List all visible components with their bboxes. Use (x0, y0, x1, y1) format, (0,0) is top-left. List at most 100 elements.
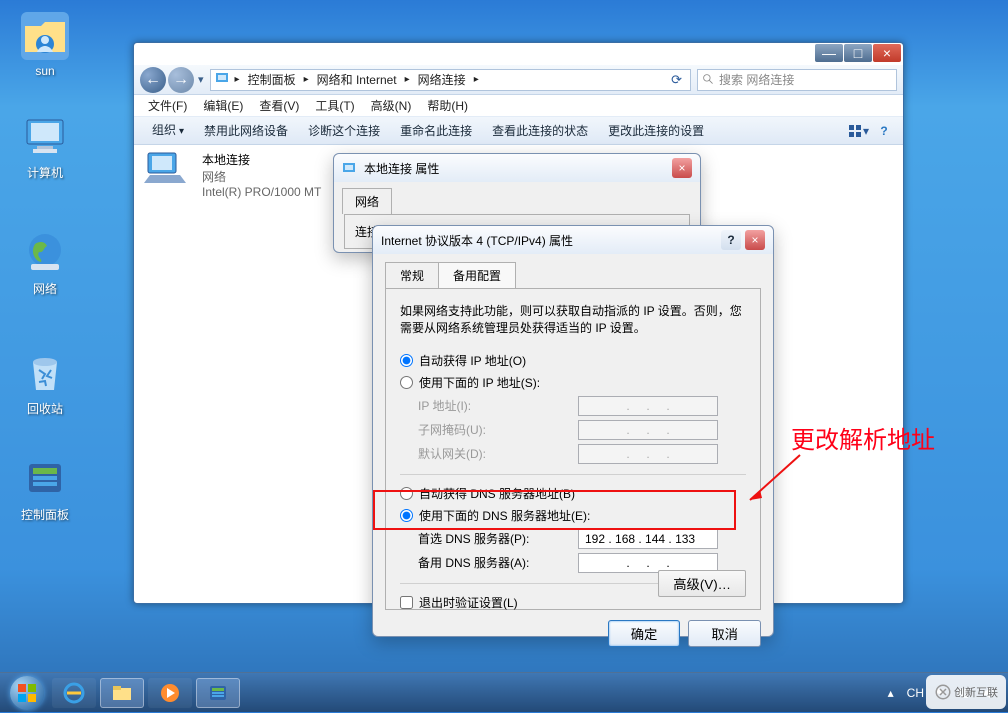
cancel-button[interactable]: 取消 (688, 620, 761, 647)
checkbox-input[interactable] (400, 596, 413, 609)
taskbar-app-media[interactable] (148, 678, 192, 708)
menu-file[interactable]: 文件(F) (140, 96, 195, 116)
desktop-icon-label: 网络 (10, 280, 80, 297)
minimize-button[interactable]: — (815, 44, 843, 62)
taskbar-app-explorer[interactable] (100, 678, 144, 708)
menu-tools[interactable]: 工具(T) (307, 96, 362, 116)
field-default-gateway: 默认网关(D): . . . (400, 444, 746, 464)
search-placeholder: 搜索 网络连接 (719, 71, 794, 88)
watermark-text: 创新互联 (954, 684, 998, 700)
description-text: 如果网络支持此功能，则可以获取自动指派的 IP 设置。否则，您需要从网络系统管理… (400, 303, 746, 338)
dialog-buttons: 确定 取消 (385, 620, 761, 647)
field-ip-address: IP 地址(I): . . . (400, 396, 746, 416)
connection-status: 网络 (202, 168, 321, 185)
watermark: 创新互联 (926, 675, 1006, 709)
language-indicator[interactable]: CH (907, 686, 924, 700)
location-icon (215, 70, 231, 89)
advanced-button[interactable]: 高级(V)… (658, 570, 746, 597)
desktop-icon-control-panel[interactable]: 控制面板 (10, 454, 80, 523)
tool-rename[interactable]: 重命名此连接 (390, 118, 482, 144)
menu-view[interactable]: 查看(V) (251, 96, 307, 116)
crumb-sep-icon: ▸ (401, 70, 414, 90)
back-button[interactable]: ← (140, 67, 166, 93)
maximize-button[interactable]: □ (844, 44, 872, 62)
preferred-dns-input[interactable]: 192 . 168 . 144 . 133 (578, 529, 718, 549)
forward-button[interactable]: → (168, 67, 194, 93)
ethernet-icon (144, 151, 192, 187)
start-button[interactable] (6, 673, 48, 713)
tcpip-properties-dialog: Internet 协议版本 4 (TCP/IPv4) 属性 ? × 常规 备用配… (372, 225, 774, 637)
connection-name: 本地连接 (202, 151, 321, 168)
field-label: 首选 DNS 服务器(P): (418, 530, 578, 547)
annotation-box (373, 490, 736, 530)
tool-disable[interactable]: 禁用此网络设备 (194, 118, 298, 144)
crumb-sep-icon: ▸ (300, 70, 313, 90)
tool-diagnose[interactable]: 诊断这个连接 (298, 118, 390, 144)
field-preferred-dns: 首选 DNS 服务器(P): 192 . 168 . 144 . 133 (400, 529, 746, 549)
desktop-icon-recycle-bin[interactable]: 回收站 (10, 348, 80, 417)
windows-logo-icon (10, 676, 44, 710)
crumb-sep-icon: ▸ (470, 70, 483, 90)
tool-status[interactable]: 查看此连接的状态 (482, 118, 598, 144)
view-dropdown-icon[interactable]: ▾ (847, 120, 869, 142)
tool-organize[interactable]: 组织 (142, 117, 194, 145)
gateway-input: . . . (578, 444, 718, 464)
field-label: IP 地址(I): (418, 397, 578, 414)
recycle-bin-icon (21, 348, 69, 396)
breadcrumb[interactable]: 网络和 Internet (313, 70, 401, 90)
crumb-sep-icon: ▸ (231, 70, 244, 90)
computer-icon (21, 112, 69, 160)
help-button[interactable]: ? (721, 230, 741, 250)
ethernet-icon (342, 160, 358, 176)
field-label: 备用 DNS 服务器(A): (418, 554, 578, 571)
menu-advanced[interactable]: 高级(N) (363, 96, 420, 116)
radio-ip-manual[interactable]: 使用下面的 IP 地址(S): (400, 374, 746, 391)
desktop-icon-computer[interactable]: 计算机 (10, 112, 80, 181)
tool-settings[interactable]: 更改此连接的设置 (598, 118, 714, 144)
breadcrumb[interactable]: 控制面板 (244, 70, 300, 90)
taskbar-app-ie[interactable] (52, 678, 96, 708)
menu-help[interactable]: 帮助(H) (419, 96, 476, 116)
menu-edit[interactable]: 编辑(E) (195, 96, 251, 116)
window-controls: — □ × (814, 44, 901, 62)
refresh-icon[interactable]: ⟳ (667, 72, 686, 88)
tabs: 常规 备用配置 (385, 262, 761, 288)
radio-ip-auto[interactable]: 自动获得 IP 地址(O) (400, 352, 746, 369)
tab-network[interactable]: 网络 (342, 188, 392, 214)
close-icon[interactable]: × (672, 158, 692, 178)
close-button[interactable]: × (873, 44, 901, 62)
field-subnet-mask: 子网掩码(U): . . . (400, 420, 746, 440)
close-button[interactable]: × (745, 230, 765, 250)
breadcrumb[interactable]: 网络连接 (414, 70, 470, 90)
tab-panel-general: 如果网络支持此功能，则可以获取自动指派的 IP 设置。否则，您需要从网络系统管理… (385, 288, 761, 610)
address-bar[interactable]: ▸ 控制面板 ▸ 网络和 Internet ▸ 网络连接 ▸ ⟳ (210, 69, 691, 91)
history-dropdown-icon[interactable]: ▾ (198, 73, 204, 86)
radio-label: 自动获得 IP 地址(O) (419, 352, 526, 369)
tab-alternate[interactable]: 备用配置 (438, 262, 516, 288)
help-icon[interactable]: ? (873, 120, 895, 142)
radio-input[interactable] (400, 376, 413, 389)
annotation-text: 更改解析地址 (791, 420, 935, 455)
control-panel-icon (21, 454, 69, 502)
radio-label: 使用下面的 IP 地址(S): (419, 374, 540, 391)
dialog-title: 本地连接 属性 (364, 160, 439, 177)
desktop-icon-sun[interactable]: sun (10, 12, 80, 78)
network-globe-icon (21, 228, 69, 276)
connection-adapter: Intel(R) PRO/1000 MT (202, 185, 321, 199)
menubar: 文件(F) 编辑(E) 查看(V) 工具(T) 高级(N) 帮助(H) (134, 95, 903, 117)
search-input[interactable]: 搜索 网络连接 (697, 69, 897, 91)
desktop-icon-network[interactable]: 网络 (10, 228, 80, 297)
desktop-icon-label: 计算机 (10, 164, 80, 181)
desktop-icon-label: 回收站 (10, 400, 80, 417)
taskbar-app-control-panel[interactable] (196, 678, 240, 708)
toolbar: 组织 禁用此网络设备 诊断这个连接 重命名此连接 查看此连接的状态 更改此连接的… (134, 117, 903, 145)
tray-up-icon[interactable]: ▴ (883, 685, 899, 701)
dialog-title: Internet 协议版本 4 (TCP/IPv4) 属性 (381, 232, 573, 249)
checkbox-label: 退出时验证设置(L) (419, 594, 518, 611)
tab-general[interactable]: 常规 (385, 262, 439, 288)
ok-button[interactable]: 确定 (608, 620, 681, 647)
subnet-mask-input: . . . (578, 420, 718, 440)
field-label: 默认网关(D): (418, 445, 578, 462)
desktop-icon-label: 控制面板 (10, 506, 80, 523)
radio-input[interactable] (400, 354, 413, 367)
